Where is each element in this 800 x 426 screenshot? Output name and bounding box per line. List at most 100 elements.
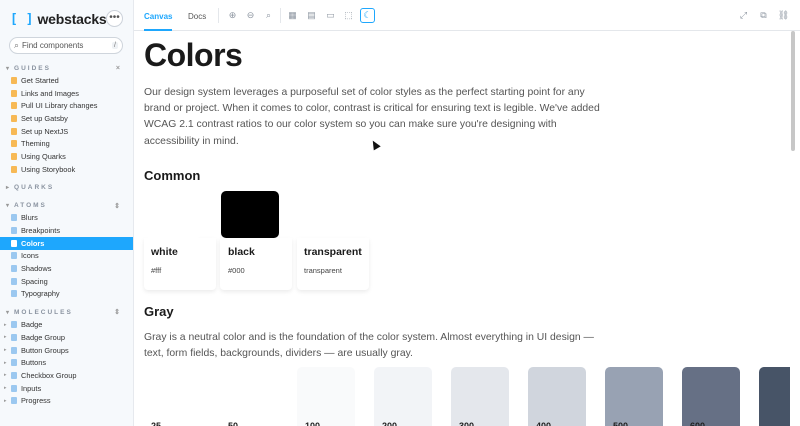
expand-collapse-icon[interactable]: ⇕ bbox=[114, 308, 120, 316]
section-guides[interactable]: ▾ GUIDES × bbox=[0, 62, 133, 74]
sidebar-item-shadows[interactable]: Shadows bbox=[0, 262, 133, 275]
sidebar-item-buttons[interactable]: ▸ Buttons bbox=[0, 356, 133, 369]
sidebar-item-badge-group[interactable]: ▸ Badge Group bbox=[0, 331, 133, 344]
sidebar-item-button-groups[interactable]: ▸ Button Groups bbox=[0, 344, 133, 357]
sidebar-item-label: Button Groups bbox=[21, 345, 69, 355]
ellipsis-icon: ••• bbox=[109, 12, 120, 23]
section-quarks[interactable]: ▸ QUARKS bbox=[0, 182, 133, 194]
menu-button[interactable]: ••• bbox=[106, 10, 123, 27]
gray-swatch-500 bbox=[682, 367, 740, 426]
sidebar-item-icons[interactable]: Icons bbox=[0, 250, 133, 263]
sidebar-item-label: Breakpoints bbox=[21, 226, 61, 236]
dark-mode-icon[interactable]: ☾ bbox=[360, 8, 375, 23]
sidebar-item-inputs[interactable]: ▸ Inputs bbox=[0, 382, 133, 395]
component-icon bbox=[11, 239, 17, 247]
sidebar-nav: ▾ GUIDES × Get Started Links and Images Pu… bbox=[0, 62, 133, 407]
sidebar-item-links-and-images[interactable]: Links and Images bbox=[0, 87, 133, 100]
section-title: GUIDES bbox=[14, 64, 51, 72]
canvas-preview: Colors Our design system leverages a pur… bbox=[134, 31, 790, 426]
document-icon bbox=[11, 89, 17, 97]
gray-description: Gray is a neutral color and is the found… bbox=[144, 332, 594, 360]
background-icon[interactable]: ▤ bbox=[305, 9, 318, 22]
outline-icon[interactable]: ⬚ bbox=[342, 9, 355, 22]
storybook-app: [ ] webstacks ••• ⌕ Find components / ▾ … bbox=[0, 0, 800, 426]
sidebar-item-label: Spacing bbox=[21, 276, 48, 286]
caret-right-icon: ▸ bbox=[4, 321, 7, 328]
zoom-out-icon[interactable]: ⊖ bbox=[244, 9, 257, 22]
viewport-icon[interactable]: ▭ bbox=[324, 9, 337, 22]
component-icon bbox=[11, 290, 17, 298]
caret-right-icon: ▸ bbox=[4, 397, 7, 404]
sidebar-item-badge[interactable]: ▸ Badge bbox=[0, 318, 133, 331]
scroll-thumb[interactable] bbox=[791, 31, 795, 151]
brand-logo[interactable]: [ ] webstacks bbox=[10, 9, 107, 29]
sidebar-item-progress[interactable]: ▸ Progress bbox=[0, 394, 133, 407]
sidebar-item-label: Get Started bbox=[21, 75, 59, 85]
sidebar-item-theming[interactable]: Theming bbox=[0, 137, 133, 150]
document-icon bbox=[11, 140, 17, 148]
sidebar-item-label: Checkbox Group bbox=[21, 370, 77, 380]
swatch-color-black bbox=[221, 191, 279, 238]
gray-swatch-label: 500 bbox=[613, 421, 629, 426]
search-placeholder: Find components bbox=[22, 41, 84, 50]
swatch-value: #000 bbox=[228, 266, 245, 275]
sidebar-item-get-started[interactable]: Get Started bbox=[0, 74, 133, 87]
sidebar-item-breakpoints[interactable]: Breakpoints bbox=[0, 224, 133, 237]
sidebar-item-label: Set up Gatsby bbox=[21, 113, 68, 123]
section-atoms[interactable]: ▾ ATOMS ⇕ bbox=[0, 200, 133, 212]
copy-link-icon[interactable]: ⛓ bbox=[777, 9, 790, 22]
section-heading-common: Common bbox=[144, 168, 201, 183]
swatch-color-transparent bbox=[298, 191, 356, 238]
fullscreen-icon[interactable]: ⤢ bbox=[737, 9, 750, 22]
zoom-reset-icon[interactable]: ⌕ bbox=[262, 9, 275, 22]
swatch-black bbox=[221, 191, 279, 238]
sidebar-item-checkbox-group[interactable]: ▸ Checkbox Group bbox=[0, 369, 133, 382]
search-shortcut-key: / bbox=[112, 42, 118, 49]
sidebar-item-typography[interactable]: Typography bbox=[0, 288, 133, 301]
gray-swatch-label: 50 bbox=[228, 421, 239, 426]
component-icon bbox=[11, 252, 17, 260]
expand-collapse-icon[interactable]: ⇕ bbox=[114, 202, 120, 210]
zoom-in-icon[interactable]: ⊕ bbox=[226, 9, 239, 22]
sidebar-item-label: Colors bbox=[21, 238, 45, 248]
component-icon bbox=[11, 214, 17, 222]
document-icon bbox=[11, 102, 17, 110]
sidebar-item-using-quarks[interactable]: Using Quarks bbox=[0, 150, 133, 163]
sidebar-item-label: Buttons bbox=[21, 358, 47, 368]
sidebar-item-set-up-gatsby[interactable]: Set up Gatsby bbox=[0, 112, 133, 125]
caret-right-icon: ▸ bbox=[4, 359, 7, 366]
grid-icon[interactable]: ▦ bbox=[286, 9, 299, 22]
gray-swatch-label: 100 bbox=[305, 421, 321, 426]
toolbar-divider bbox=[218, 8, 219, 23]
gray-swatch-600 bbox=[759, 367, 790, 426]
component-icon bbox=[11, 227, 17, 235]
tab-docs[interactable]: Docs bbox=[188, 0, 206, 31]
collapse-icon[interactable]: × bbox=[116, 65, 120, 72]
gray-swatch-300 bbox=[528, 367, 586, 426]
sidebar-item-pull-ui-library-changes[interactable]: Pull UI Library changes bbox=[0, 99, 133, 112]
component-icon bbox=[11, 277, 17, 285]
swatch-value: #fff bbox=[151, 266, 162, 275]
canvas-scrollbar[interactable] bbox=[790, 31, 800, 426]
component-icon bbox=[11, 321, 17, 329]
swatch-color-white bbox=[144, 191, 202, 238]
open-new-tab-icon[interactable]: ⧉ bbox=[757, 9, 770, 22]
sidebar-item-set-up-nextjs[interactable]: Set up NextJS bbox=[0, 125, 133, 138]
toolbar-divider bbox=[280, 8, 281, 23]
tab-canvas[interactable]: Canvas bbox=[144, 0, 173, 31]
section-title: ATOMS bbox=[14, 202, 47, 209]
section-title: QUARKS bbox=[14, 184, 55, 191]
sidebar-item-colors[interactable]: Colors bbox=[0, 236, 133, 250]
sidebar-item-label: Icons bbox=[21, 251, 39, 261]
sidebar-item-blurs[interactable]: Blurs bbox=[0, 212, 133, 225]
search-icon: ⌕ bbox=[14, 40, 20, 50]
sidebar-item-label: Typography bbox=[21, 289, 60, 299]
sidebar-item-using-storybook[interactable]: Using Storybook bbox=[0, 163, 133, 176]
document-icon bbox=[11, 165, 17, 173]
sidebar-item-spacing[interactable]: Spacing bbox=[0, 275, 133, 288]
search-input[interactable]: ⌕ Find components / bbox=[9, 37, 123, 54]
swatch-name: white bbox=[151, 246, 178, 258]
swatch-transparent bbox=[298, 191, 356, 238]
section-molecules[interactable]: ▾ MOLECULES ⇕ bbox=[0, 306, 133, 318]
document-icon bbox=[11, 127, 17, 135]
